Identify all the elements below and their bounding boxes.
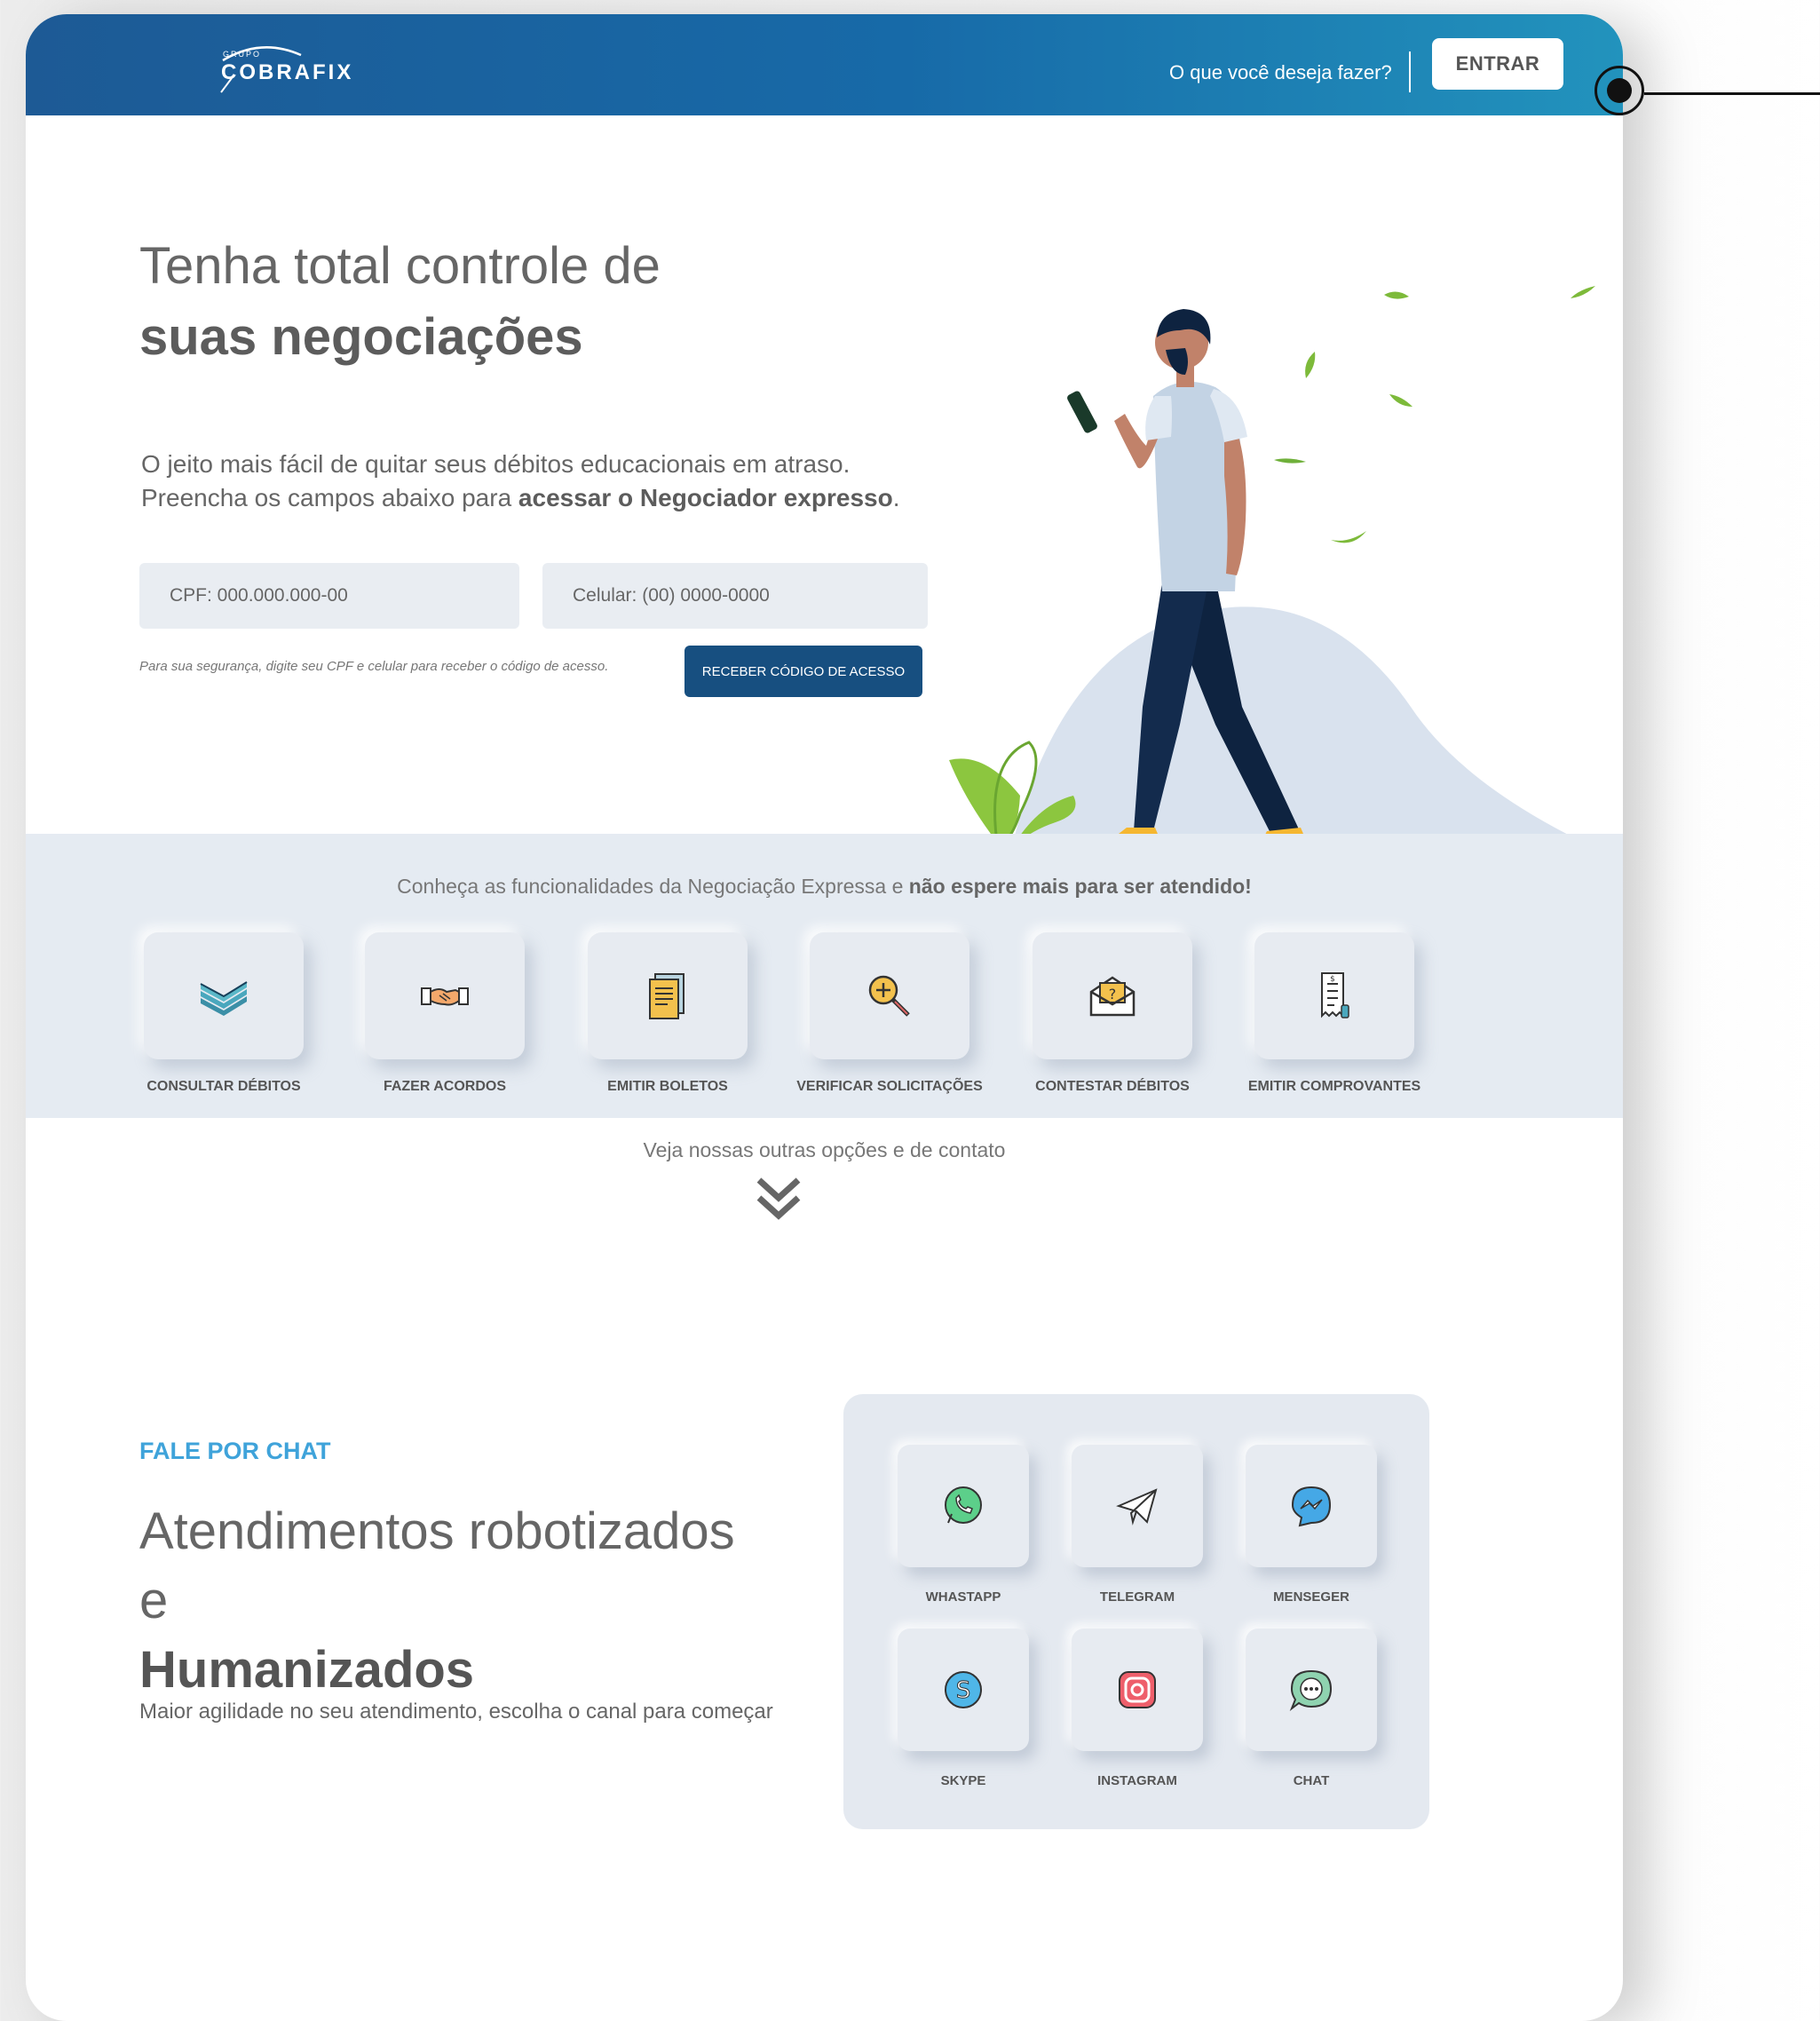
chat-title-line2: e Humanizados <box>139 1566 735 1705</box>
features-intro: Conheça as funcionalidades da Negociação… <box>26 875 1623 899</box>
feature-card-emitir-comprovantes[interactable]: $ <box>1254 932 1414 1059</box>
chat-title-line2-bold: Humanizados <box>139 1641 475 1699</box>
whatsapp-icon <box>945 1486 982 1524</box>
walking-man-illustration <box>949 286 1597 849</box>
channel-label: MENSEGER <box>1273 1589 1349 1605</box>
receive-code-button[interactable]: RECEBER CÓDIGO DE ACESSO <box>684 646 922 697</box>
features-intro-bold: não espere mais para ser atendido! <box>908 875 1252 898</box>
channel-label: INSTAGRAM <box>1097 1773 1177 1788</box>
channel-card-whatsapp[interactable] <box>898 1445 1029 1567</box>
features-intro-prefix: Conheça as funcionalidades da Negociação… <box>397 875 909 898</box>
receipt-icon: $ <box>1321 971 1349 1018</box>
messenger-icon <box>1291 1486 1332 1527</box>
hero-title-line2: suas negociações <box>139 308 583 366</box>
chat-title: Atendimentos robotizados e Humanizados <box>139 1497 735 1705</box>
leaf-icon <box>1384 291 1409 299</box>
channel-card-chat[interactable] <box>1246 1629 1377 1751</box>
hill-shape <box>1011 606 1597 849</box>
logo-brand-text: COBRAFIX <box>221 60 354 84</box>
svg-text:$: $ <box>1330 975 1335 984</box>
hero-description: O jeito mais fácil de quitar seus débito… <box>141 448 899 515</box>
chat-kicker: FALE POR CHAT <box>139 1438 331 1464</box>
browser-frame: GRUPO COBRAFIX O que você deseja fazer? … <box>26 14 1623 2021</box>
hero-text-line2-suffix: . <box>892 484 900 511</box>
channel-card-messenger[interactable] <box>1246 1445 1377 1567</box>
feature-label: EMITIR COMPROVANTES <box>1247 1079 1421 1094</box>
channel-label: WHASTAPP <box>925 1589 1001 1605</box>
phone-input[interactable] <box>542 563 928 629</box>
feature-card-fazer-acordos[interactable] <box>365 932 525 1059</box>
leaf-icon <box>1389 394 1412 407</box>
chat-channels-panel: WHASTAPP TELEGRAM MENSEGER S SKYPE INSTA… <box>843 1394 1429 1829</box>
hero-text-line2: Preencha os campos abaixo para acessar o… <box>141 481 899 515</box>
features-band: Conheça as funcionalidades da Negociação… <box>26 834 1623 1118</box>
feature-card-consultar-debitos[interactable] <box>144 932 304 1059</box>
feature-label: VERIFICAR SOLICITAÇÕES <box>796 1079 983 1094</box>
logo-group-text: GRUPO <box>223 50 262 59</box>
channel-card-instagram[interactable] <box>1072 1629 1203 1751</box>
feature-label: EMITIR BOLETOS <box>607 1079 728 1094</box>
leaf-icon <box>1305 352 1316 378</box>
feature-label: CONTESTAR DÉBITOS <box>1035 1079 1190 1094</box>
hero-title-line1: Tenha total controle de <box>139 237 661 295</box>
annotation-pointer-line <box>1644 92 1820 95</box>
double-chevron-down-icon[interactable] <box>754 1173 803 1226</box>
channel-label: TELEGRAM <box>1099 1589 1175 1605</box>
feature-card-verificar-solicitacoes[interactable] <box>810 932 969 1059</box>
money-stack-icon <box>200 980 248 1016</box>
feature-label: FAZER ACORDOS <box>383 1079 507 1094</box>
leaf-icon <box>1571 286 1595 298</box>
chat-subtitle: Maior agilidade no seu atendimento, esco… <box>139 1700 773 1724</box>
security-helper-text: Para sua segurança, digite seu CPF e cel… <box>139 659 609 674</box>
svg-text:?: ? <box>1109 986 1117 1003</box>
phone-icon <box>1067 391 1097 433</box>
hero-title: Tenha total controle de suas negociações <box>139 231 661 373</box>
more-options-link[interactable]: Veja nossas outras opções e de contato <box>26 1138 1623 1162</box>
feature-card-contestar-debitos[interactable]: ? <box>1033 932 1192 1059</box>
chat-title-line1: Atendimentos robotizados <box>139 1502 735 1560</box>
channel-card-skype[interactable]: S <box>898 1629 1029 1751</box>
magnifier-icon <box>868 975 910 1017</box>
hero-text-line2-bold: acessar o Negociador expresso <box>518 484 893 511</box>
channel-label: SKYPE <box>940 1773 986 1788</box>
leaf-icon <box>1274 458 1306 464</box>
cpf-input[interactable] <box>139 563 519 629</box>
envelope-question-icon: ? <box>1089 975 1136 1016</box>
channel-label: CHAT <box>1293 1773 1330 1788</box>
annotation-pointer-dot <box>1594 66 1644 115</box>
man-sleeve <box>1145 396 1172 440</box>
hero-text-line2-prefix: Preencha os campos abaixo para <box>141 484 518 511</box>
channel-card-telegram[interactable] <box>1072 1445 1203 1567</box>
top-header: GRUPO COBRAFIX O que você deseja fazer? … <box>26 14 1623 115</box>
hero-text-line1: O jeito mais fácil de quitar seus débito… <box>141 450 851 478</box>
svg-text:S: S <box>956 1677 971 1704</box>
skype-icon: S <box>945 1671 982 1708</box>
leaf-icon <box>1331 531 1366 543</box>
document-icon <box>649 972 684 1019</box>
telegram-icon <box>1116 1488 1158 1526</box>
header-question[interactable]: O que você deseja fazer? <box>1169 61 1392 84</box>
chat-title-line2-prefix: e <box>139 1572 169 1629</box>
instagram-icon <box>1119 1671 1156 1708</box>
login-button[interactable]: ENTRAR <box>1432 38 1563 90</box>
header-divider <box>1409 52 1411 92</box>
chat-bubble-icon <box>1289 1669 1333 1711</box>
handshake-icon <box>421 987 469 1005</box>
feature-card-emitir-boletos[interactable] <box>588 932 748 1059</box>
feature-label: CONSULTAR DÉBITOS <box>146 1079 301 1094</box>
